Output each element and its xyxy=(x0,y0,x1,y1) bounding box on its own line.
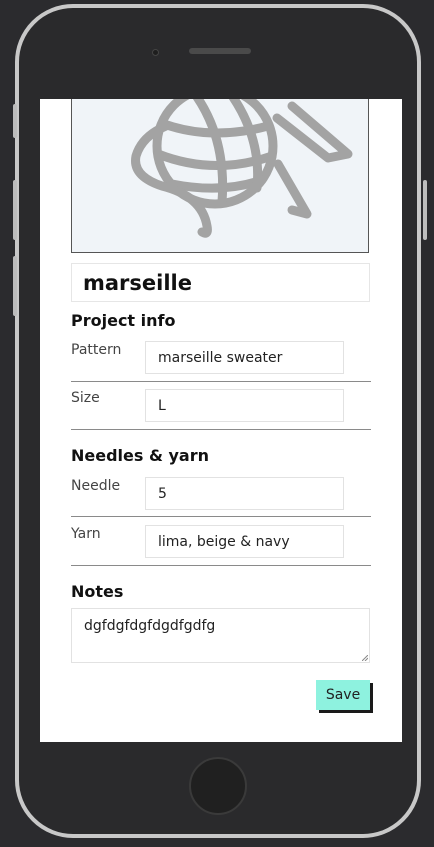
save-button[interactable]: Save xyxy=(316,680,370,710)
pattern-input[interactable]: marseille sweater xyxy=(145,341,344,374)
size-label: Size xyxy=(71,390,100,406)
project-name-field[interactable]: marseille xyxy=(71,263,370,302)
notes-textarea[interactable]: dgfdgfdgfdgdfgdfg xyxy=(71,608,370,663)
yarn-input[interactable]: lima, beige & navy xyxy=(145,525,344,558)
project-info-heading: Project info xyxy=(71,311,176,330)
power-button xyxy=(423,180,427,240)
project-image[interactable] xyxy=(71,99,369,253)
needles-yarn-heading: Needles & yarn xyxy=(71,446,210,465)
yarn-label: Yarn xyxy=(71,526,101,542)
notes-heading: Notes xyxy=(71,582,124,601)
app-screen: marseille Project info Pattern marseille… xyxy=(40,99,402,742)
divider xyxy=(71,516,371,517)
needle-input[interactable]: 5 xyxy=(145,477,344,510)
divider xyxy=(71,565,371,566)
divider xyxy=(71,381,371,382)
volume-down-button xyxy=(13,256,17,316)
front-camera xyxy=(152,49,159,56)
needle-label: Needle xyxy=(71,478,121,494)
pattern-label: Pattern xyxy=(71,342,122,358)
earpiece-speaker xyxy=(189,48,251,54)
silent-switch xyxy=(13,104,17,138)
volume-up-button xyxy=(13,180,17,240)
yarn-ball-icon xyxy=(131,99,353,238)
notes-text: dgfdgfdgfdgdfgdfg xyxy=(84,618,216,634)
resize-grip-icon[interactable] xyxy=(362,655,368,661)
size-input[interactable]: L xyxy=(145,389,344,422)
home-button[interactable] xyxy=(189,757,247,815)
divider xyxy=(71,429,371,430)
